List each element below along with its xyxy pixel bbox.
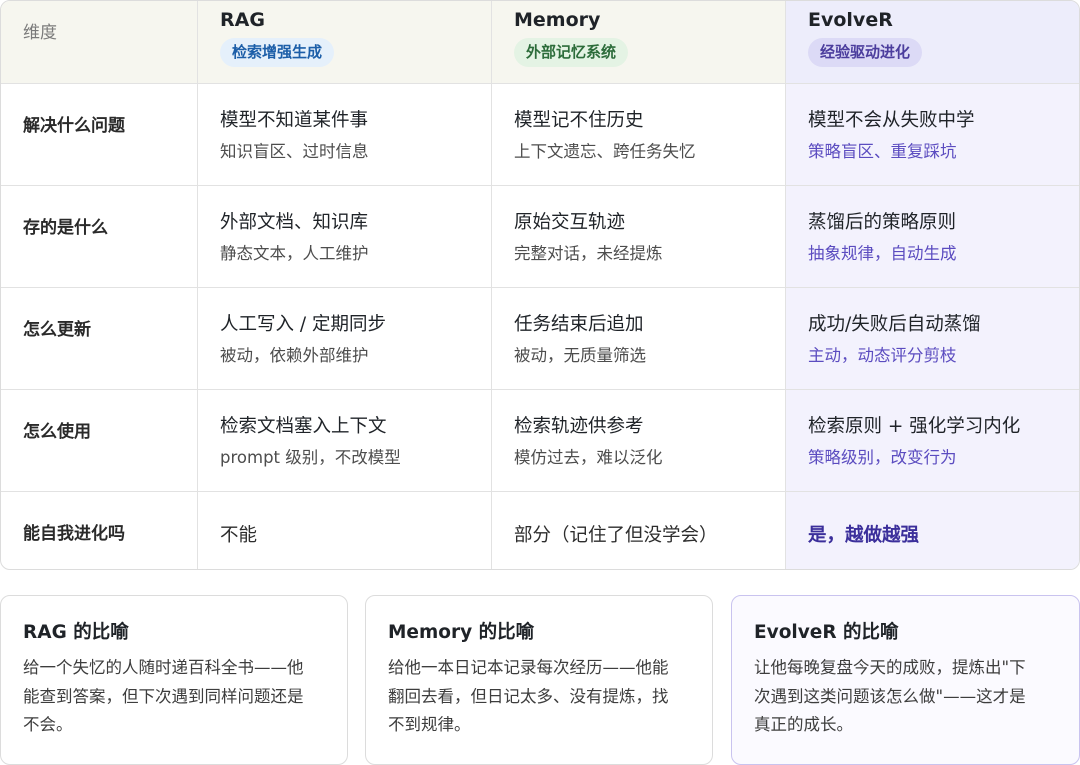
- cell-main-text: 人工写入 / 定期同步: [220, 314, 386, 335]
- cell-sub-text: 模仿过去，难以泛化: [514, 448, 663, 467]
- row-label: 怎么使用: [23, 422, 91, 442]
- cell-main-text: 原始交互轨迹: [514, 212, 626, 233]
- card-title: Memory 的比喻: [388, 622, 535, 643]
- card-body-line: 不到规律。: [388, 715, 471, 734]
- header-rag-tag: 检索增强生成: [220, 38, 335, 67]
- header-dimension-cell: 维度: [1, 1, 198, 84]
- row-label: 能自我进化吗: [23, 524, 125, 544]
- row-label-cell: 能自我进化吗: [1, 492, 198, 569]
- header-rag-cell: RAG 检索增强生成: [198, 1, 492, 84]
- table-cell-evolver: 是，越做越强: [786, 492, 1079, 569]
- card-body: 给他一本日记本记录每次经历——他能 翻回去看，但日记太多、没有提炼，找 不到规律…: [388, 654, 690, 740]
- table-cell-rag: 检索文档塞入上下文 prompt 级别，不改模型: [198, 390, 492, 492]
- card-body-line: 给一个失忆的人随时递百科全书——他: [23, 658, 304, 677]
- header-evolver-cell: EvolveR 经验驱动进化: [786, 1, 1079, 84]
- card-body: 给一个失忆的人随时递百科全书——他 能查到答案，但下次遇到同样问题还是 不会。: [23, 654, 325, 740]
- row-label-cell: 存的是什么: [1, 186, 198, 288]
- cell-main-text: 检索轨迹供参考: [514, 416, 644, 437]
- cell-main-text: 模型不知道某件事: [220, 110, 369, 131]
- row-label: 存的是什么: [23, 218, 108, 238]
- header-evolver-tag: 经验驱动进化: [808, 38, 923, 67]
- header-evolver-name: EvolveR: [808, 9, 893, 31]
- rag-metaphor-card: RAG 的比喻 给一个失忆的人随时递百科全书——他 能查到答案，但下次遇到同样问…: [0, 595, 348, 765]
- cell-main-text: 检索文档塞入上下文: [220, 416, 387, 437]
- cell-sub-text: prompt 级别，不改模型: [220, 448, 401, 467]
- cell-main-text: 部分（记住了但没学会）: [514, 525, 718, 546]
- header-memory-name: Memory: [514, 9, 601, 31]
- cell-main-text: 成功/失败后自动蒸馏: [808, 314, 981, 335]
- table-cell-rag: 外部文档、知识库 静态文本，人工维护: [198, 186, 492, 288]
- table-cell-rag: 人工写入 / 定期同步 被动，依赖外部维护: [198, 288, 492, 390]
- cell-sub-text: 策略盲区、重复踩坑: [808, 142, 957, 161]
- cell-sub-text: 静态文本，人工维护: [220, 244, 369, 263]
- cell-sub-text: 策略级别，改变行为: [808, 448, 957, 467]
- row-label-cell: 解决什么问题: [1, 84, 198, 186]
- table-cell-rag: 模型不知道某件事 知识盲区、过时信息: [198, 84, 492, 186]
- header-dimension-label: 维度: [23, 23, 57, 43]
- table-cell-memory: 原始交互轨迹 完整对话，未经提炼: [492, 186, 786, 288]
- cell-main-text: 不能: [220, 525, 258, 546]
- table-cell-memory: 部分（记住了但没学会）: [492, 492, 786, 569]
- header-memory-cell: Memory 外部记忆系统: [492, 1, 786, 84]
- table-cell-evolver: 成功/失败后自动蒸馏 主动，动态评分剪枝: [786, 288, 1079, 390]
- cell-sub-text: 抽象规律，自动生成: [808, 244, 957, 263]
- cell-sub-text: 被动，依赖外部维护: [220, 346, 369, 365]
- comparison-table: 维度 RAG 检索增强生成 Memory 外部记忆系统 EvolveR 经验驱动…: [0, 0, 1080, 570]
- cell-sub-text: 被动，无质量筛选: [514, 346, 646, 365]
- card-body-line: 次遇到这类问题该怎么做"——这才是: [754, 686, 1026, 706]
- table-cell-rag: 不能: [198, 492, 492, 569]
- table-cell-memory: 任务结束后追加 被动，无质量筛选: [492, 288, 786, 390]
- card-body: 让他每晚复盘今天的成败，提炼出"下 次遇到这类问题该怎么做"——这才是 真正的成…: [754, 654, 1057, 740]
- row-label-cell: 怎么使用: [1, 390, 198, 492]
- table-cell-evolver: 检索原则 + 强化学习内化 策略级别，改变行为: [786, 390, 1079, 492]
- header-memory-tag: 外部记忆系统: [514, 38, 629, 67]
- cell-main-text: 模型记不住历史: [514, 110, 644, 131]
- card-body-line: 真正的成长。: [754, 715, 853, 734]
- row-label: 怎么更新: [23, 320, 91, 340]
- cell-main-text: 蒸馏后的策略原则: [808, 212, 957, 233]
- cell-main-text: 外部文档、知识库: [220, 212, 369, 233]
- table-cell-evolver: 蒸馏后的策略原则 抽象规律，自动生成: [786, 186, 1079, 288]
- card-body-line: 翻回去看，但日记太多、没有提炼，找: [388, 686, 669, 706]
- cell-main-text: 检索原则 + 强化学习内化: [808, 416, 1021, 437]
- row-label-cell: 怎么更新: [1, 288, 198, 390]
- cell-main-text: 是，越做越强: [808, 525, 920, 546]
- card-title: RAG 的比喻: [23, 622, 129, 643]
- card-title: EvolveR 的比喻: [754, 622, 899, 643]
- cell-sub-text: 完整对话，未经提炼: [514, 244, 663, 263]
- cell-sub-text: 主动，动态评分剪枝: [808, 346, 957, 365]
- row-label: 解决什么问题: [23, 116, 125, 136]
- table-cell-evolver: 模型不会从失败中学 策略盲区、重复踩坑: [786, 84, 1079, 186]
- table-cell-memory: 检索轨迹供参考 模仿过去，难以泛化: [492, 390, 786, 492]
- header-rag-name: RAG: [220, 9, 265, 31]
- table-cell-memory: 模型记不住历史 上下文遗忘、跨任务失忆: [492, 84, 786, 186]
- cell-main-text: 任务结束后追加: [514, 314, 644, 335]
- memory-metaphor-card: Memory 的比喻 给他一本日记本记录每次经历——他能 翻回去看，但日记太多、…: [365, 595, 713, 765]
- card-body-line: 给他一本日记本记录每次经历——他能: [388, 658, 669, 677]
- card-body-line: 不会。: [23, 715, 73, 734]
- cell-sub-text: 知识盲区、过时信息: [220, 142, 369, 161]
- cell-sub-text: 上下文遗忘、跨任务失忆: [514, 142, 696, 161]
- evolver-metaphor-card: EvolveR 的比喻 让他每晚复盘今天的成败，提炼出"下 次遇到这类问题该怎么…: [731, 595, 1080, 765]
- card-body-line: 让他每晚复盘今天的成败，提炼出"下: [754, 658, 1026, 677]
- cell-main-text: 模型不会从失败中学: [808, 110, 975, 131]
- card-body-line: 能查到答案，但下次遇到同样问题还是: [23, 686, 304, 706]
